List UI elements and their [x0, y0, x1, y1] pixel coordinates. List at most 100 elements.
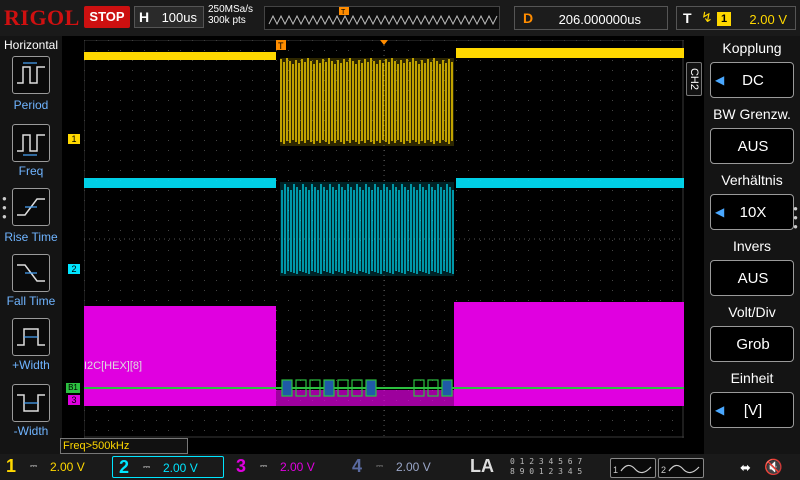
channel-3-scale: 2.00 V	[280, 460, 315, 474]
channel-tab-label: CH2	[688, 67, 700, 90]
menu-coupling[interactable]: Kopplung ◀ DC	[706, 40, 798, 102]
dc-coupling-icon: ⎓	[30, 461, 38, 471]
menu-unit-box[interactable]: ◀ [V]	[710, 392, 794, 428]
menu-probe-ratio-value: 10X	[739, 204, 767, 221]
menu-coupling-box[interactable]: ◀ DC	[710, 62, 794, 98]
menu-probe-ratio[interactable]: Verhältnis ◀ 10X	[706, 172, 798, 234]
acquisition-info: 250MSa/s 300k pts	[208, 4, 253, 26]
positive-width-icon	[17, 328, 45, 346]
measure-rise-time-label: Rise Time	[4, 230, 58, 244]
generator-2-status[interactable]: 2	[658, 458, 704, 478]
run-stop-indicator[interactable]: STOP	[84, 6, 130, 28]
bus-marker[interactable]: B1	[66, 383, 80, 393]
menu-coupling-value: DC	[742, 72, 764, 89]
waveform-display[interactable]: T 1 2 B1 3 I2C[HEX][8]	[66, 39, 684, 438]
usb-icon: ⬌	[740, 460, 751, 475]
menu-invert-title: Invers	[732, 238, 772, 254]
bus-label: I2C[HEX][8]	[84, 360, 143, 372]
speaker-muted-icon[interactable]: 🔇	[764, 458, 783, 476]
memory-overview-wave: T	[268, 7, 498, 26]
trigger-source: 1	[717, 12, 731, 26]
menu-invert[interactable]: Invers AUS	[706, 238, 798, 300]
memory-overview-bar[interactable]: T	[264, 6, 500, 30]
scroll-dots-icon: ● ● ●	[2, 194, 7, 221]
measure-positive-width-label: +Width	[12, 358, 50, 372]
measure-positive-width-button[interactable]	[12, 318, 50, 356]
measure-freq-label: Freq	[18, 164, 44, 178]
frequency-info: Freq>500kHz	[60, 438, 188, 454]
horizontal-timebase[interactable]: H 100us	[134, 6, 204, 28]
fall-time-icon	[17, 264, 45, 282]
measure-period-button[interactable]	[12, 56, 50, 94]
menu-volt-div-value: Grob	[736, 336, 770, 353]
dc-coupling-icon: ⎓	[376, 461, 384, 471]
menu-bw-limit[interactable]: BW Grenzw. AUS	[706, 106, 798, 168]
horizontal-label: H	[139, 9, 150, 25]
menu-bw-limit-value: AUS	[737, 138, 769, 155]
rising-edge-icon: ↯	[701, 9, 713, 25]
menu-volt-div-title: Volt/Div	[728, 304, 776, 320]
menu-bw-limit-title: BW Grenzw.	[713, 106, 791, 122]
logic-analyzer-status[interactable]: LA 0 1 2 3 4 5 6 7 8 9 0 1 2 3 4 5	[462, 456, 602, 478]
logic-bits-row-1: 0 1 2 3 4 5 6 7	[510, 457, 583, 466]
top-status-bar: RIGOL STOP H 100us 250MSa/s 300k pts T D…	[0, 0, 800, 36]
channel-1-scale: 2.00 V	[50, 460, 85, 474]
menu-volt-div-box[interactable]: Grob	[710, 326, 794, 362]
menu-invert-box[interactable]: AUS	[710, 260, 794, 296]
menu-invert-value: AUS	[737, 270, 769, 287]
memory-depth: 300k pts	[208, 15, 246, 26]
sine-wave-icon	[668, 464, 700, 474]
channel-2-scale: 2.00 V	[163, 461, 198, 475]
menu-probe-ratio-title: Verhältnis	[721, 172, 783, 188]
ch3-marker[interactable]: 3	[68, 395, 80, 405]
measure-freq-button[interactable]	[12, 124, 50, 162]
menu-coupling-title: Kopplung	[722, 40, 782, 56]
channel-3-number: 3	[236, 456, 247, 476]
channel-1-status[interactable]: 1 ⎓ 2.00 V	[0, 456, 112, 478]
rise-time-icon	[17, 198, 45, 216]
menu-volt-div[interactable]: Volt/Div Grob	[706, 304, 798, 366]
sample-rate: 250MSa/s	[208, 4, 254, 15]
trigger-time-marker-label: T	[278, 41, 284, 51]
ch2-marker[interactable]: 2	[68, 264, 80, 274]
menu-bw-limit-box[interactable]: AUS	[710, 128, 794, 164]
measure-fall-time-button[interactable]	[12, 254, 50, 292]
measure-negative-width-label: -Width	[13, 424, 49, 438]
measure-menu-title: Horizontal	[3, 38, 59, 52]
bottom-channel-bar: 1 ⎓ 2.00 V 2 ⎓ 2.00 V 3 ⎓ 2.00 V 4 ⎓ 2.0…	[0, 454, 800, 480]
measure-rise-time-button[interactable]	[12, 188, 50, 226]
measure-fall-time-label: Fall Time	[6, 294, 56, 308]
channel-4-scale: 2.00 V	[396, 460, 431, 474]
timebase-value: 100us	[161, 10, 197, 25]
sine-wave-icon	[620, 464, 652, 474]
channel-menu: Kopplung ◀ DC BW Grenzw. AUS Verhältnis …	[704, 36, 800, 454]
menu-probe-ratio-box[interactable]: ◀ 10X	[710, 194, 794, 230]
delay-value: 206.000000us	[558, 12, 641, 27]
logic-bits-row-2: 8 9 0 1 2 3 4 5	[510, 467, 583, 476]
channel-2-number: 2	[119, 457, 130, 477]
channel-2-status[interactable]: 2 ⎓ 2.00 V	[112, 456, 224, 478]
svg-text:T: T	[341, 9, 346, 16]
channel-3-status[interactable]: 3 ⎓ 2.00 V	[230, 456, 342, 478]
generator-1-status[interactable]: 1	[610, 458, 656, 478]
freq-icon	[17, 134, 45, 156]
measure-period-label: Period	[13, 98, 49, 112]
dc-coupling-icon: ⎓	[143, 462, 151, 472]
logic-analyzer-label: LA	[470, 456, 494, 476]
brand-logo: RIGOL	[4, 5, 80, 30]
dc-coupling-icon: ⎓	[260, 461, 268, 471]
delay-box[interactable]: D 206.000000us	[514, 6, 668, 30]
channel-1-number: 1	[6, 456, 17, 476]
measure-negative-width-button[interactable]	[12, 384, 50, 422]
channel-4-status[interactable]: 4 ⎓ 2.00 V	[346, 456, 458, 478]
ch1-marker[interactable]: 1	[68, 134, 80, 144]
scroll-dots-icon: ● ● ●	[793, 204, 798, 231]
menu-unit[interactable]: Einheit ◀ [V]	[706, 370, 798, 432]
waveform-grid-svg: T	[83, 39, 684, 438]
logic-analyzer-bits: 0 1 2 3 4 5 6 7 8 9 0 1 2 3 4 5	[510, 457, 582, 477]
trigger-box[interactable]: T ↯ 1 2.00 V	[676, 6, 796, 30]
channel-tab[interactable]: CH2	[686, 62, 702, 96]
delay-label: D	[523, 10, 534, 26]
menu-unit-title: Einheit	[730, 370, 774, 386]
menu-unit-value: [V]	[743, 402, 763, 419]
